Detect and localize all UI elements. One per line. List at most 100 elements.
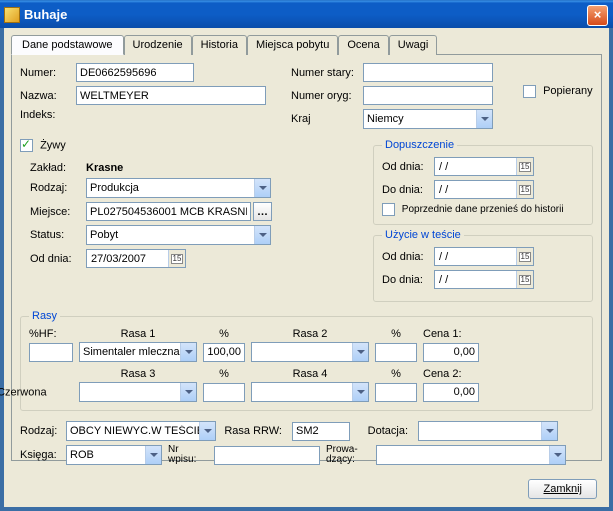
rasa-rrw-label: Rasa RRW: (222, 425, 286, 437)
dop-do-input[interactable]: / / (434, 180, 534, 199)
ksiega-label: Księga: (20, 449, 60, 461)
checkbox-icon (382, 203, 395, 216)
nazwa-label: Nazwa: (20, 90, 76, 102)
nr-wpisu-label: Nr wpisu: (168, 445, 208, 465)
prowadzacy-select[interactable] (376, 445, 566, 465)
numer-stary-input[interactable] (363, 63, 493, 82)
close-button[interactable]: × (587, 5, 608, 26)
status-select[interactable]: Pobyt (86, 225, 271, 245)
prowadzacy-label: Prowa- dzący: (326, 445, 370, 465)
chevron-down-icon (476, 110, 492, 128)
nazwa-input[interactable] (76, 86, 266, 105)
calendar-icon[interactable] (516, 158, 533, 175)
ksiega-select[interactable]: ROB (66, 445, 162, 465)
pct2-input[interactable] (375, 343, 417, 362)
pct1-label: % (203, 328, 245, 340)
hf-label: %HF: (29, 328, 73, 340)
pct3-label: % (203, 368, 245, 380)
kraj-select[interactable]: Niemcy (363, 109, 493, 129)
calendar-icon[interactable] (516, 271, 533, 288)
titlebar: Buhaje × (0, 0, 613, 28)
uz-od-input[interactable]: / / (434, 247, 534, 266)
calendar-icon[interactable] (168, 250, 185, 267)
rodzaj-bottom-label: Rodzaj: (20, 425, 60, 437)
dotacja-select[interactable] (418, 421, 558, 441)
checkbox-icon (523, 85, 536, 98)
rasa1-label: Rasa 1 (79, 328, 197, 340)
numer-stary-label: Numer stary: (291, 67, 363, 79)
zaklad-value: Krasne (86, 162, 123, 174)
popierany-label: Popierany (543, 85, 593, 97)
rasa4-label: Rasa 4 (251, 368, 369, 380)
numer-label: Numer: (20, 67, 76, 79)
indeks-label: Indeks: (20, 109, 76, 121)
rasa3-select[interactable] (79, 382, 197, 402)
numer-input[interactable] (76, 63, 194, 82)
calendar-icon[interactable] (516, 181, 533, 198)
app-icon (4, 7, 20, 23)
pct1-input[interactable] (203, 343, 245, 362)
dop-do-label: Do dnia: (382, 184, 434, 196)
cena2-input[interactable] (423, 383, 479, 402)
chevron-down-icon (352, 343, 368, 361)
uz-do-input[interactable]: / / (434, 270, 534, 289)
chevron-down-icon (541, 422, 557, 440)
poprzednie-check[interactable]: Poprzednie dane przenieś do historii (382, 204, 564, 215)
tab-page: Numer: Nazwa: Indeks: Numer stary: Numer (11, 55, 602, 461)
uz-od-label: Od dnia: (382, 251, 434, 263)
miejsce-label: Miejsce: (30, 206, 86, 218)
window-title: Buhaje (24, 7, 67, 22)
pct4-input[interactable] (375, 383, 417, 402)
tab-dane-podstawowe[interactable]: Dane podstawowe (11, 35, 124, 55)
rasa2-select[interactable] (251, 342, 369, 362)
miejsce-browse-button[interactable]: … (253, 202, 272, 221)
calendar-icon[interactable] (516, 248, 533, 265)
chevron-down-icon (180, 383, 196, 401)
uzycie-legend: Użycie w teście (382, 229, 464, 241)
cena1-input[interactable] (423, 343, 479, 362)
zywy-label: Żywy (40, 139, 66, 151)
pct2-label: % (375, 328, 417, 340)
czerwona-check[interactable]: Czerwona (0, 386, 73, 399)
status-label: Status: (30, 229, 86, 241)
chevron-down-icon (180, 343, 196, 361)
rasa2-label: Rasa 2 (251, 328, 369, 340)
dopuszczenie-group: Dopuszczenie Od dnia: / / Do dnia: / / (373, 139, 593, 225)
pct3-input[interactable] (203, 383, 245, 402)
checkbox-icon (20, 139, 33, 152)
chevron-down-icon (254, 179, 270, 197)
cena2-label: Cena 2: (423, 368, 473, 380)
rasa1-select[interactable]: Simentaler mleczna (79, 342, 197, 362)
zywy-check[interactable]: Żywy (20, 139, 66, 152)
tab-uwagi[interactable]: Uwagi (389, 35, 438, 55)
zaklad-label: Zakład: (30, 162, 86, 174)
pct4-label: % (375, 368, 417, 380)
rasa-rrw-input[interactable] (292, 422, 350, 441)
tab-urodzenie[interactable]: Urodzenie (124, 35, 192, 55)
od-dnia-zywy-label: Od dnia: (30, 253, 86, 265)
rodzaj-zywy-select[interactable]: Produkcja (86, 178, 271, 198)
rodzaj-zywy-label: Rodzaj: (30, 182, 86, 194)
rodzaj-bottom-select[interactable]: OBCY NIEWYC.W TEŚCIE (66, 421, 216, 441)
uzycie-group: Użycie w teście Od dnia: / / Do dnia: / … (373, 229, 593, 302)
popierany-check[interactable]: Popierany (523, 85, 593, 97)
dop-od-input[interactable]: / / (434, 157, 534, 176)
tab-miejsca-pobytu[interactable]: Miejsca pobytu (247, 35, 338, 55)
uz-do-label: Do dnia: (382, 274, 434, 286)
miejsce-input[interactable] (86, 202, 251, 221)
rasa4-select[interactable] (251, 382, 369, 402)
hf-input[interactable] (29, 343, 73, 362)
od-dnia-zywy-input[interactable]: 27/03/2007 (86, 249, 186, 268)
dop-od-label: Od dnia: (382, 161, 434, 173)
dotacja-label: Dotacja: (356, 425, 412, 437)
numer-oryg-input[interactable] (363, 86, 493, 105)
cena1-label: Cena 1: (423, 328, 473, 340)
nr-wpisu-input[interactable] (214, 446, 320, 465)
rasy-legend: Rasy (29, 310, 60, 322)
numer-oryg-label: Numer oryg: (291, 90, 363, 102)
zamknij-button[interactable]: Zamknij (528, 479, 597, 499)
tab-ocena[interactable]: Ocena (338, 35, 388, 55)
tab-historia[interactable]: Historia (192, 35, 247, 55)
tab-bar: Dane podstawowe Urodzenie Historia Miejs… (11, 34, 602, 55)
chevron-down-icon (549, 446, 565, 464)
